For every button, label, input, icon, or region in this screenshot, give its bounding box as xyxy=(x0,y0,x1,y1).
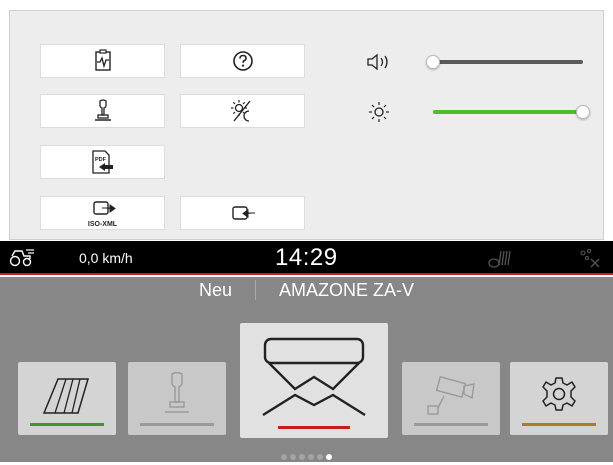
page-dot[interactable] xyxy=(317,454,323,460)
quick-settings-panel: PDF ISO-XML xyxy=(9,10,604,240)
clock: 14:29 xyxy=(275,244,338,271)
machine-status: Neu xyxy=(198,279,232,300)
menu-field[interactable] xyxy=(18,362,116,435)
pdf-export-button[interactable]: PDF xyxy=(40,145,165,179)
menu-field-indicator xyxy=(30,423,104,426)
speed-readout: 0,0 km/h xyxy=(79,250,133,266)
day-night-button[interactable] xyxy=(180,94,305,128)
speaker-icon xyxy=(367,53,388,71)
volume-knob[interactable] xyxy=(426,55,440,69)
page-dot[interactable] xyxy=(326,454,332,460)
terminal-screen: PDF ISO-XML 0,0 km/h 14:29 Neu AMAZONE Z… xyxy=(0,0,613,462)
tractor-speed-icon xyxy=(9,249,34,267)
pdf-export-icon: PDF xyxy=(91,150,113,174)
gps-signal-icon xyxy=(488,250,511,268)
day-night-icon xyxy=(230,100,251,122)
page-indicator xyxy=(0,447,613,460)
gear-icon xyxy=(542,377,576,411)
svg-text:PDF: PDF xyxy=(95,157,107,163)
menu-camera[interactable] xyxy=(402,362,500,435)
camera-icon xyxy=(427,376,475,415)
joystick-icon xyxy=(94,99,111,121)
menu-joystick[interactable] xyxy=(128,362,226,435)
machine-title: Neu AMAZONE ZA-V xyxy=(0,279,613,305)
export-icon xyxy=(92,201,116,215)
menu-spreader[interactable] xyxy=(240,323,388,438)
field-icon xyxy=(42,378,90,414)
machine-area: Neu AMAZONE ZA-V xyxy=(0,277,613,462)
brightness-slider[interactable] xyxy=(365,100,590,124)
import-button[interactable] xyxy=(180,196,305,230)
page-dot[interactable] xyxy=(281,454,287,460)
diagnostics-icon xyxy=(94,49,111,71)
menu-spreader-indicator xyxy=(278,426,350,429)
page-dot[interactable] xyxy=(290,454,296,460)
question-icon xyxy=(232,51,253,71)
menu-joystick-indicator xyxy=(140,423,214,426)
joystick-button[interactable] xyxy=(40,94,165,128)
diagnostics-button[interactable] xyxy=(40,44,165,78)
volume-slider[interactable] xyxy=(365,50,590,74)
menu-settings-indicator xyxy=(522,423,596,426)
menu-camera-indicator xyxy=(414,423,488,426)
joystick-icon xyxy=(165,372,189,413)
brightness-track xyxy=(433,110,583,114)
satellite-off-icon xyxy=(580,248,600,268)
volume-track xyxy=(433,60,583,64)
menu-settings[interactable] xyxy=(510,362,608,435)
isoxml-label: ISO-XML xyxy=(87,221,118,228)
title-divider xyxy=(255,280,256,301)
page-dot[interactable] xyxy=(299,454,305,460)
import-icon xyxy=(231,206,255,220)
page-dot[interactable] xyxy=(308,454,314,460)
sun-icon xyxy=(369,102,389,122)
machine-name: AMAZONE ZA-V xyxy=(279,279,415,300)
isoxml-export-button[interactable]: ISO-XML xyxy=(40,196,165,230)
help-button[interactable] xyxy=(180,44,305,78)
spreader-icon xyxy=(262,337,366,417)
brightness-knob[interactable] xyxy=(576,105,590,119)
status-bar: 0,0 km/h 14:29 xyxy=(0,241,613,275)
